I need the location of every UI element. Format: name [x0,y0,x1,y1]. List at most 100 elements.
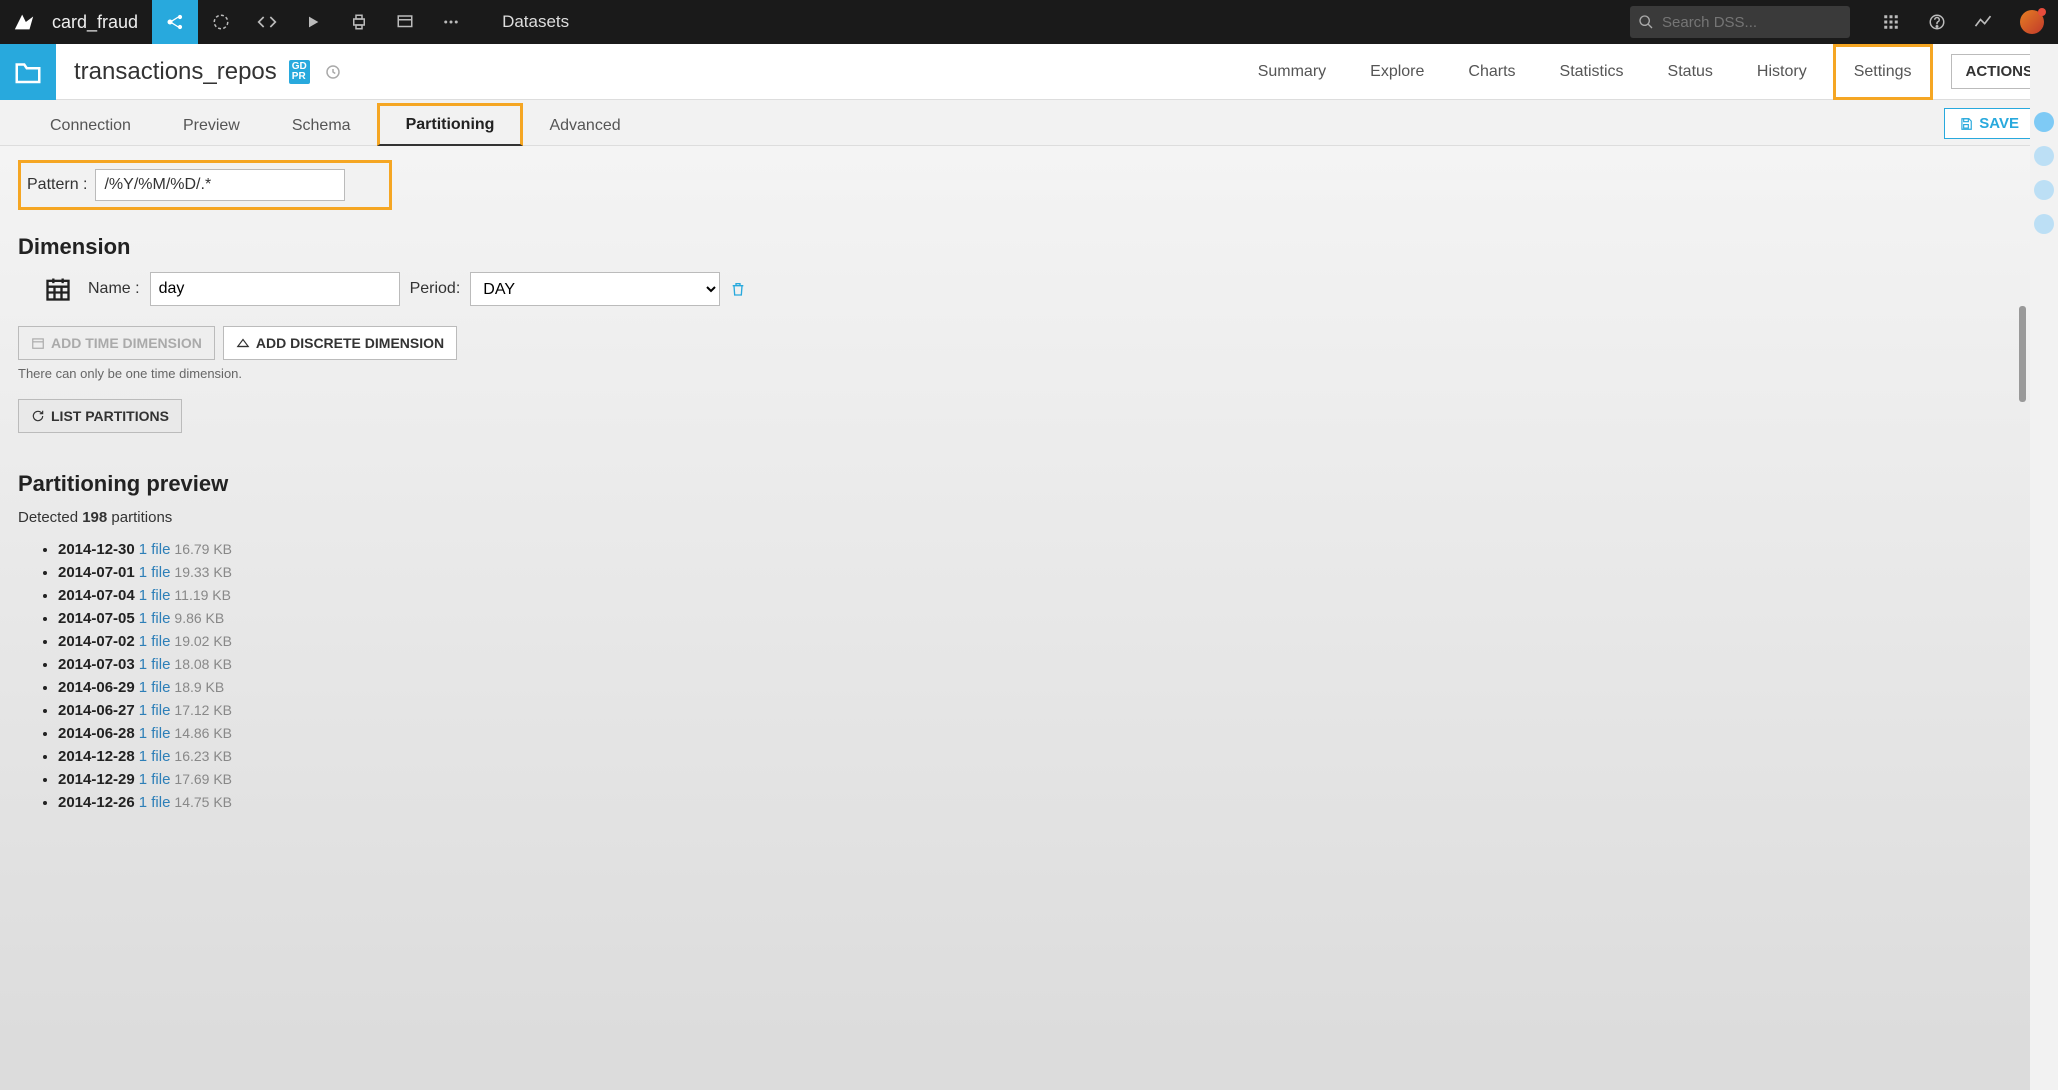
rail-chat-icon[interactable] [2034,214,2054,234]
right-rail [2030,44,2058,1090]
add-time-label: ADD TIME DIMENSION [51,335,202,351]
subtab-connection[interactable]: Connection [24,107,157,145]
print-icon[interactable] [336,0,382,44]
partition-item: 2014-07-041 file11.19 KB [58,584,2040,607]
partition-file-link[interactable]: 1 file [135,771,175,788]
play-icon[interactable] [290,0,336,44]
refresh-icon[interactable] [324,63,342,81]
partition-item: 2014-12-281 file16.23 KB [58,745,2040,768]
partition-file-link[interactable]: 1 file [135,656,175,673]
dataset-icon[interactable] [0,44,56,100]
preview-heading: Partitioning preview [18,471,2040,497]
partition-file-link[interactable]: 1 file [135,748,175,765]
partition-size: 17.12 KB [174,702,232,718]
partition-file-link[interactable]: 1 file [135,702,175,719]
partition-size: 18.9 KB [174,679,224,695]
pattern-input[interactable] [95,169,345,201]
section-label[interactable]: Datasets [502,12,569,32]
partition-file-link[interactable]: 1 file [135,587,175,604]
search-box[interactable] [1630,6,1850,38]
save-button[interactable]: SAVE [1944,108,2034,139]
partition-date: 2014-07-01 [58,564,135,581]
help-icon[interactable] [1914,0,1960,44]
partition-size: 19.02 KB [174,633,232,649]
partition-date: 2014-12-29 [58,771,135,788]
partition-size: 18.08 KB [174,656,232,672]
subtab-advanced[interactable]: Advanced [523,107,646,145]
pattern-label: Pattern : [27,176,95,194]
add-discrete-dimension-button[interactable]: ADD DISCRETE DIMENSION [223,326,457,360]
partition-file-link[interactable]: 1 file [135,794,175,811]
activity-icon[interactable] [1960,0,2006,44]
partition-file-link[interactable]: 1 file [135,564,175,581]
tab-charts[interactable]: Charts [1450,44,1533,100]
dataset-name: transactions_repos [56,58,289,86]
refresh-icon [31,409,45,423]
save-button-label: SAVE [1979,115,2019,132]
partition-file-link[interactable]: 1 file [135,725,175,742]
more-icon[interactable] [428,0,474,44]
partition-item: 2014-12-301 file16.79 KB [58,538,2040,561]
partition-size: 14.86 KB [174,725,232,741]
project-name[interactable]: card_fraud [48,12,152,33]
flow-button[interactable] [152,0,198,44]
dimension-period-label: Period: [410,280,461,298]
scrollbar[interactable] [2019,306,2026,402]
tab-history[interactable]: History [1739,44,1825,100]
partition-item: 2014-06-291 file18.9 KB [58,676,2040,699]
dimension-period-select[interactable]: DAY [470,272,720,306]
partitioning-content: Pattern : Dimension Name : Period: DAY A… [0,146,2058,1090]
user-avatar[interactable] [2020,10,2044,34]
topbar: card_fraud Datasets [0,0,2058,44]
code-icon[interactable] [244,0,290,44]
jobs-icon[interactable] [198,0,244,44]
tab-statistics[interactable]: Statistics [1542,44,1642,100]
header-tabs: SummaryExploreChartsStatisticsStatusHist… [1240,44,2058,100]
list-partitions-label: LIST PARTITIONS [51,408,169,424]
partition-date: 2014-06-28 [58,725,135,742]
tab-summary[interactable]: Summary [1240,44,1344,100]
partition-file-link[interactable]: 1 file [135,679,175,696]
partition-date: 2014-07-04 [58,587,135,604]
partition-size: 9.86 KB [174,610,224,626]
tab-settings[interactable]: Settings [1833,44,1933,100]
partition-file-link[interactable]: 1 file [135,633,175,650]
tab-status[interactable]: Status [1650,44,1731,100]
calendar-icon [44,275,72,303]
time-dimension-hint: There can only be one time dimension. [18,366,2040,381]
dashboard-icon[interactable] [382,0,428,44]
dimension-name-input[interactable] [150,272,400,306]
detected-count: Detected 198 partitions [18,509,2040,526]
rail-add-icon[interactable] [2034,112,2054,132]
rail-info-icon[interactable] [2034,146,2054,166]
subtab-preview[interactable]: Preview [157,107,266,145]
partition-file-link[interactable]: 1 file [135,610,175,627]
partition-date: 2014-07-03 [58,656,135,673]
list-partitions-button[interactable]: LIST PARTITIONS [18,399,182,433]
partition-item: 2014-06-271 file17.12 KB [58,699,2040,722]
partition-item: 2014-06-281 file14.86 KB [58,722,2040,745]
subtab-schema[interactable]: Schema [266,107,377,145]
partition-size: 17.69 KB [174,771,232,787]
delete-dimension-icon[interactable] [730,281,746,297]
rail-discuss-icon[interactable] [2034,180,2054,200]
partition-file-link[interactable]: 1 file [135,541,175,558]
partition-size: 16.79 KB [174,541,232,557]
tab-explore[interactable]: Explore [1352,44,1442,100]
pattern-field-wrap: Pattern : [18,160,392,210]
subtab-partitioning[interactable]: Partitioning [377,103,524,146]
partition-item: 2014-12-291 file17.69 KB [58,768,2040,791]
partition-item: 2014-07-011 file19.33 KB [58,561,2040,584]
add-dimension-buttons: ADD TIME DIMENSION ADD DISCRETE DIMENSIO… [18,326,2040,360]
apps-icon[interactable] [1868,0,1914,44]
logo-icon[interactable] [0,0,48,44]
dimension-row: Name : Period: DAY [44,272,2040,306]
partition-size: 14.75 KB [174,794,232,810]
partition-item: 2014-07-031 file18.08 KB [58,653,2040,676]
search-icon [1638,14,1654,30]
settings-subtabs: ConnectionPreviewSchemaPartitioningAdvan… [0,100,2058,146]
partition-date: 2014-12-28 [58,748,135,765]
search-input[interactable] [1662,14,1822,31]
calendar-small-icon [31,336,45,350]
partition-item: 2014-12-261 file14.75 KB [58,791,2040,814]
